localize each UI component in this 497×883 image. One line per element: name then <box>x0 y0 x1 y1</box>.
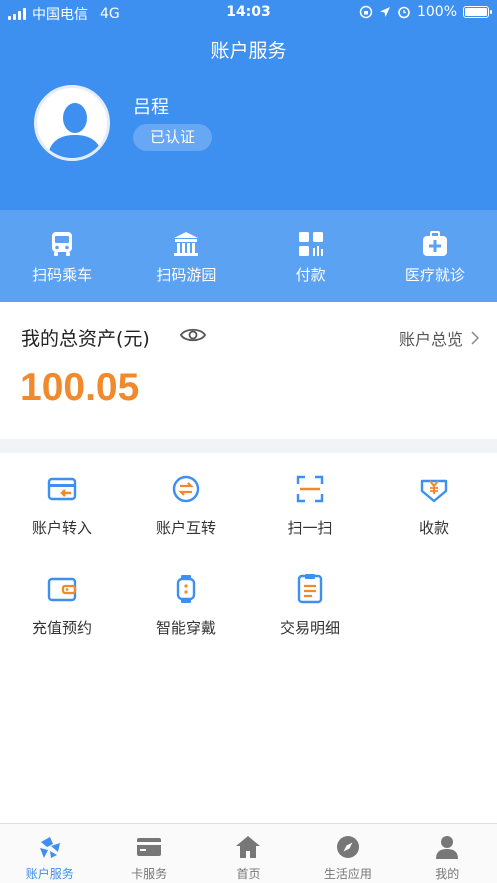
assets-overview-link[interactable]: 账户总览 <box>399 326 479 350</box>
tab-label: 生活应用 <box>323 867 372 881</box>
card-in-icon <box>47 477 77 501</box>
tab-home[interactable]: 首页 <box>199 824 298 883</box>
service-recharge[interactable]: 充值预约 <box>0 573 124 638</box>
status-bar: 中国电信 4G 14:03 100% <box>0 0 497 26</box>
tab-account-service[interactable]: 账户服务 <box>0 824 99 883</box>
section-divider <box>0 439 497 453</box>
page-title: 账户服务 <box>210 40 287 62</box>
status-right: 100% <box>359 4 492 20</box>
medical-kit-icon <box>422 231 447 256</box>
location-arrow-icon <box>379 7 390 17</box>
transfer-icon <box>172 475 200 503</box>
card-icon <box>137 838 162 856</box>
park-gate-icon <box>174 232 199 256</box>
compass-icon <box>336 836 359 858</box>
service-account-in[interactable]: 账户转入 <box>0 473 124 538</box>
quick-action-bar: 扫码乘车 扫码游园 付款 医疗就诊 <box>0 210 497 302</box>
tab-mine[interactable]: 我的 <box>398 824 497 883</box>
assets-title: 我的总资产(元) <box>21 328 150 350</box>
service-label: 智能穿戴 <box>155 619 216 637</box>
tab-life-apps[interactable]: 生活应用 <box>298 824 397 883</box>
eye-icon[interactable] <box>180 326 206 344</box>
service-label: 交易明细 <box>279 619 340 637</box>
bus-icon <box>52 232 73 256</box>
service-account-transfer[interactable]: 账户互转 <box>124 473 248 538</box>
header: 中国电信 4G 14:03 100% 账户服务 吕程 已认证 <box>0 0 497 210</box>
service-label: 账户转入 <box>31 519 92 537</box>
quick-action-label: 付款 <box>295 266 326 284</box>
total-assets-value: 100.05 <box>20 366 140 409</box>
tab-label: 首页 <box>236 867 261 881</box>
tab-label: 卡服务 <box>131 867 168 881</box>
service-transactions[interactable]: 交易明细 <box>248 573 372 638</box>
wallet-icon <box>47 577 77 602</box>
tab-card-service[interactable]: 卡服务 <box>99 824 198 883</box>
smartwatch-icon <box>176 575 196 603</box>
tab-label: 我的 <box>435 867 460 881</box>
service-label: 账户互转 <box>155 519 216 537</box>
battery-label: 100% <box>416 4 457 20</box>
account-service-icon <box>39 837 60 858</box>
service-smart-wear[interactable]: 智能穿戴 <box>124 573 248 638</box>
service-label: 收款 <box>418 519 449 537</box>
transaction-list-icon <box>297 574 323 604</box>
chevron-right-icon <box>471 331 479 345</box>
quick-action-payment[interactable]: 付款 <box>249 210 373 302</box>
quick-action-label: 扫码游园 <box>156 266 217 284</box>
receive-money-icon <box>420 479 448 503</box>
service-scan[interactable]: 扫一扫 <box>248 473 372 538</box>
service-label: 扫一扫 <box>287 519 333 537</box>
quick-action-scan-park[interactable]: 扫码游园 <box>124 210 248 302</box>
quick-action-scan-bus[interactable]: 扫码乘车 <box>0 210 124 302</box>
rotation-lock-icon <box>359 5 373 19</box>
user-silhouette-icon <box>37 88 107 158</box>
assets-panel: 我的总资产(元) 账户总览 100.05 <box>0 302 497 439</box>
battery-icon <box>463 6 492 18</box>
tab-label: 账户服务 <box>25 867 74 881</box>
assets-overview-label: 账户总览 <box>398 330 463 349</box>
verified-badge[interactable]: 已认证 <box>133 124 212 151</box>
service-label: 充值预约 <box>31 619 92 637</box>
quick-action-label: 扫码乘车 <box>32 266 93 284</box>
scan-icon <box>296 475 324 503</box>
home-icon <box>236 836 261 858</box>
profile-icon <box>436 836 459 859</box>
avatar[interactable] <box>34 85 110 161</box>
quick-action-medical[interactable]: 医疗就诊 <box>373 210 497 302</box>
bottom-tab-bar: 账户服务 卡服务 首页 生活应用 我的 <box>0 823 497 883</box>
service-receive[interactable]: 收款 <box>372 473 496 538</box>
user-name: 吕程 <box>133 97 169 118</box>
alarm-icon <box>398 6 410 19</box>
quick-action-label: 医疗就诊 <box>404 266 465 284</box>
payment-code-icon <box>298 232 323 256</box>
